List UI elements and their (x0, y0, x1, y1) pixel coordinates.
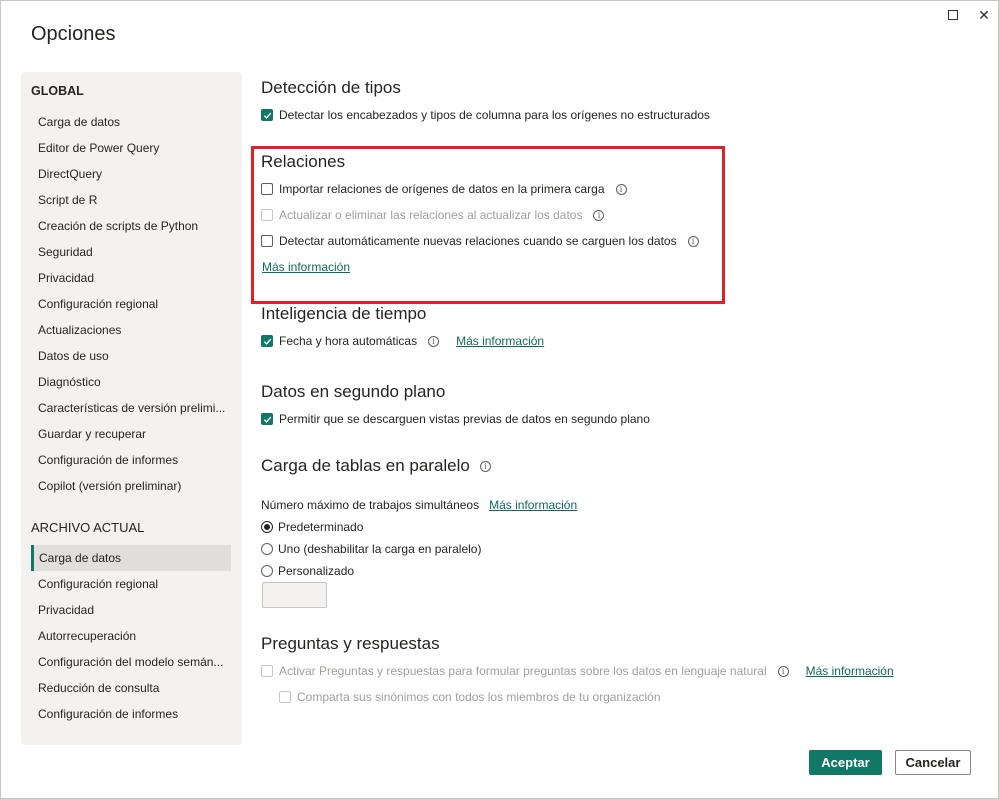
import-relationships-label: Importar relaciones de orígenes de datos… (279, 182, 605, 196)
sidebar-current-list: Carga de datos Configuración regional Pr… (31, 545, 231, 727)
auto-datetime-label: Fecha y hora automáticas (279, 334, 418, 348)
sidebar-item-current-data-load[interactable]: Carga de datos (31, 545, 231, 571)
qna-share-synonyms-label: Comparta sus sinónimos con todos los mie… (297, 690, 661, 704)
sidebar-item-directquery[interactable]: DirectQuery (31, 161, 231, 187)
type-detection-row[interactable]: Detectar los encabezados y tipos de colu… (261, 108, 710, 122)
radio-default-row[interactable]: Predeterminado (261, 520, 363, 534)
sidebar-item-power-query-editor[interactable]: Editor de Power Query (31, 135, 231, 161)
sidebar-header-current-file: ARCHIVO ACTUAL (31, 520, 145, 535)
sidebar-item-current-report-settings[interactable]: Configuración de informes (31, 701, 231, 727)
cancel-button[interactable]: Cancelar (895, 750, 971, 775)
radio-custom-label: Personalizado (278, 564, 355, 578)
relationships-more-info-row: Más información (261, 260, 350, 274)
sidebar-item-updates[interactable]: Actualizaciones (31, 317, 231, 343)
sidebar-item-auto-recovery[interactable]: Autorrecuperación (31, 623, 231, 649)
sidebar-item-save-recover[interactable]: Guardar y recuperar (31, 421, 231, 447)
custom-jobs-input[interactable] (262, 582, 327, 608)
radio-custom-row[interactable]: Personalizado (261, 564, 354, 578)
sidebar: GLOBAL Carga de datos Editor de Power Qu… (21, 72, 242, 745)
type-detection-checkbox[interactable] (261, 109, 273, 121)
radio-default[interactable] (261, 521, 273, 533)
sidebar-item-regional-settings[interactable]: Configuración regional (31, 291, 231, 317)
sidebar-item-semantic-model-settings[interactable]: Configuración del modelo semán... (31, 649, 231, 675)
info-icon[interactable]: i (777, 665, 789, 677)
ok-button[interactable]: Aceptar (809, 750, 882, 775)
radio-one-label: Uno (deshabilitar la carga en paralelo) (278, 542, 482, 556)
info-icon[interactable]: i (428, 335, 440, 347)
parallel-loading-title-text: Carga de tablas en paralelo (261, 456, 470, 475)
update-relationships-label: Actualizar o eliminar las relaciones al … (279, 208, 583, 222)
checkmark-icon (263, 416, 271, 423)
background-data-label: Permitir que se descarguen vistas previa… (279, 412, 650, 426)
qna-enable-row: Activar Preguntas y respuestas para form… (261, 664, 894, 678)
section-title-type-detection: Detección de tipos (261, 78, 401, 97)
sidebar-item-copilot[interactable]: Copilot (versión preliminar) (31, 473, 231, 499)
checkmark-icon (263, 112, 271, 119)
info-icon[interactable]: i (479, 460, 491, 472)
import-relationships-row[interactable]: Importar relaciones de orígenes de datos… (261, 182, 627, 196)
parallel-max-jobs-row: Número máximo de trabajos simultáneos Má… (261, 498, 577, 512)
autodetect-relationships-label: Detectar automáticamente nuevas relacion… (279, 234, 677, 248)
time-intelligence-more-info-link[interactable]: Más información (456, 334, 544, 348)
sidebar-item-python-scripting[interactable]: Creación de scripts de Python (31, 213, 231, 239)
update-relationships-row: Actualizar o eliminar las relaciones al … (261, 208, 605, 222)
sidebar-item-query-reduction[interactable]: Reducción de consulta (31, 675, 231, 701)
auto-datetime-row[interactable]: Fecha y hora automáticas i Más informaci… (261, 334, 544, 348)
info-icon[interactable]: i (615, 183, 627, 195)
sidebar-item-current-regional-settings[interactable]: Configuración regional (31, 571, 231, 597)
parallel-max-jobs-label: Número máximo de trabajos simultáneos (261, 498, 480, 512)
info-icon[interactable]: i (687, 235, 699, 247)
radio-custom[interactable] (261, 565, 273, 577)
sidebar-item-diagnostics[interactable]: Diagnóstico (31, 369, 231, 395)
qna-share-synonyms-row: Comparta sus sinónimos con todos los mie… (279, 690, 661, 704)
qna-enable-label: Activar Preguntas y respuestas para form… (279, 664, 767, 678)
autodetect-relationships-checkbox[interactable] (261, 235, 273, 247)
qna-more-info-link[interactable]: Más información (806, 664, 894, 678)
type-detection-label: Detectar los encabezados y tipos de colu… (279, 108, 710, 122)
qna-enable-checkbox (261, 665, 273, 677)
radio-default-label: Predeterminado (278, 520, 364, 534)
options-dialog: ✕ Opciones GLOBAL Carga de datos Editor … (0, 0, 999, 799)
dialog-title: Opciones (31, 23, 116, 45)
update-relationships-checkbox (261, 209, 273, 221)
sidebar-item-report-settings[interactable]: Configuración de informes (31, 447, 231, 473)
sidebar-item-r-script[interactable]: Script de R (31, 187, 231, 213)
parallel-more-info-link[interactable]: Más información (489, 498, 577, 512)
import-relationships-checkbox[interactable] (261, 183, 273, 195)
qna-share-synonyms-checkbox (279, 691, 291, 703)
sidebar-item-security[interactable]: Seguridad (31, 239, 231, 265)
section-title-qna: Preguntas y respuestas (261, 634, 440, 653)
sidebar-item-usage-data[interactable]: Datos de uso (31, 343, 231, 369)
sidebar-item-data-load[interactable]: Carga de datos (31, 109, 231, 135)
sidebar-header-global: GLOBAL (31, 84, 84, 98)
background-data-row[interactable]: Permitir que se descarguen vistas previa… (261, 412, 650, 426)
background-data-checkbox[interactable] (261, 413, 273, 425)
radio-one[interactable] (261, 543, 273, 555)
radio-one-row[interactable]: Uno (deshabilitar la carga en paralelo) (261, 542, 481, 556)
sidebar-item-preview-features[interactable]: Características de versión prelimi... (31, 395, 231, 421)
info-icon[interactable]: i (593, 209, 605, 221)
autodetect-relationships-row[interactable]: Detectar automáticamente nuevas relacion… (261, 234, 699, 248)
section-title-time-intelligence: Inteligencia de tiempo (261, 304, 427, 323)
auto-datetime-checkbox[interactable] (261, 335, 273, 347)
relationships-more-info-link[interactable]: Más información (262, 260, 350, 274)
sidebar-item-current-privacy[interactable]: Privacidad (31, 597, 231, 623)
section-title-background-data: Datos en segundo plano (261, 382, 446, 401)
checkmark-icon (263, 338, 271, 345)
section-title-relationships: Relaciones (261, 152, 346, 171)
options-content: Detección de tipos Detectar los encabeza… (261, 1, 981, 799)
sidebar-item-privacy[interactable]: Privacidad (31, 265, 231, 291)
section-title-parallel-loading: Carga de tablas en paralelo i (261, 456, 491, 476)
sidebar-global-list: Carga de datos Editor de Power Query Dir… (31, 109, 231, 499)
